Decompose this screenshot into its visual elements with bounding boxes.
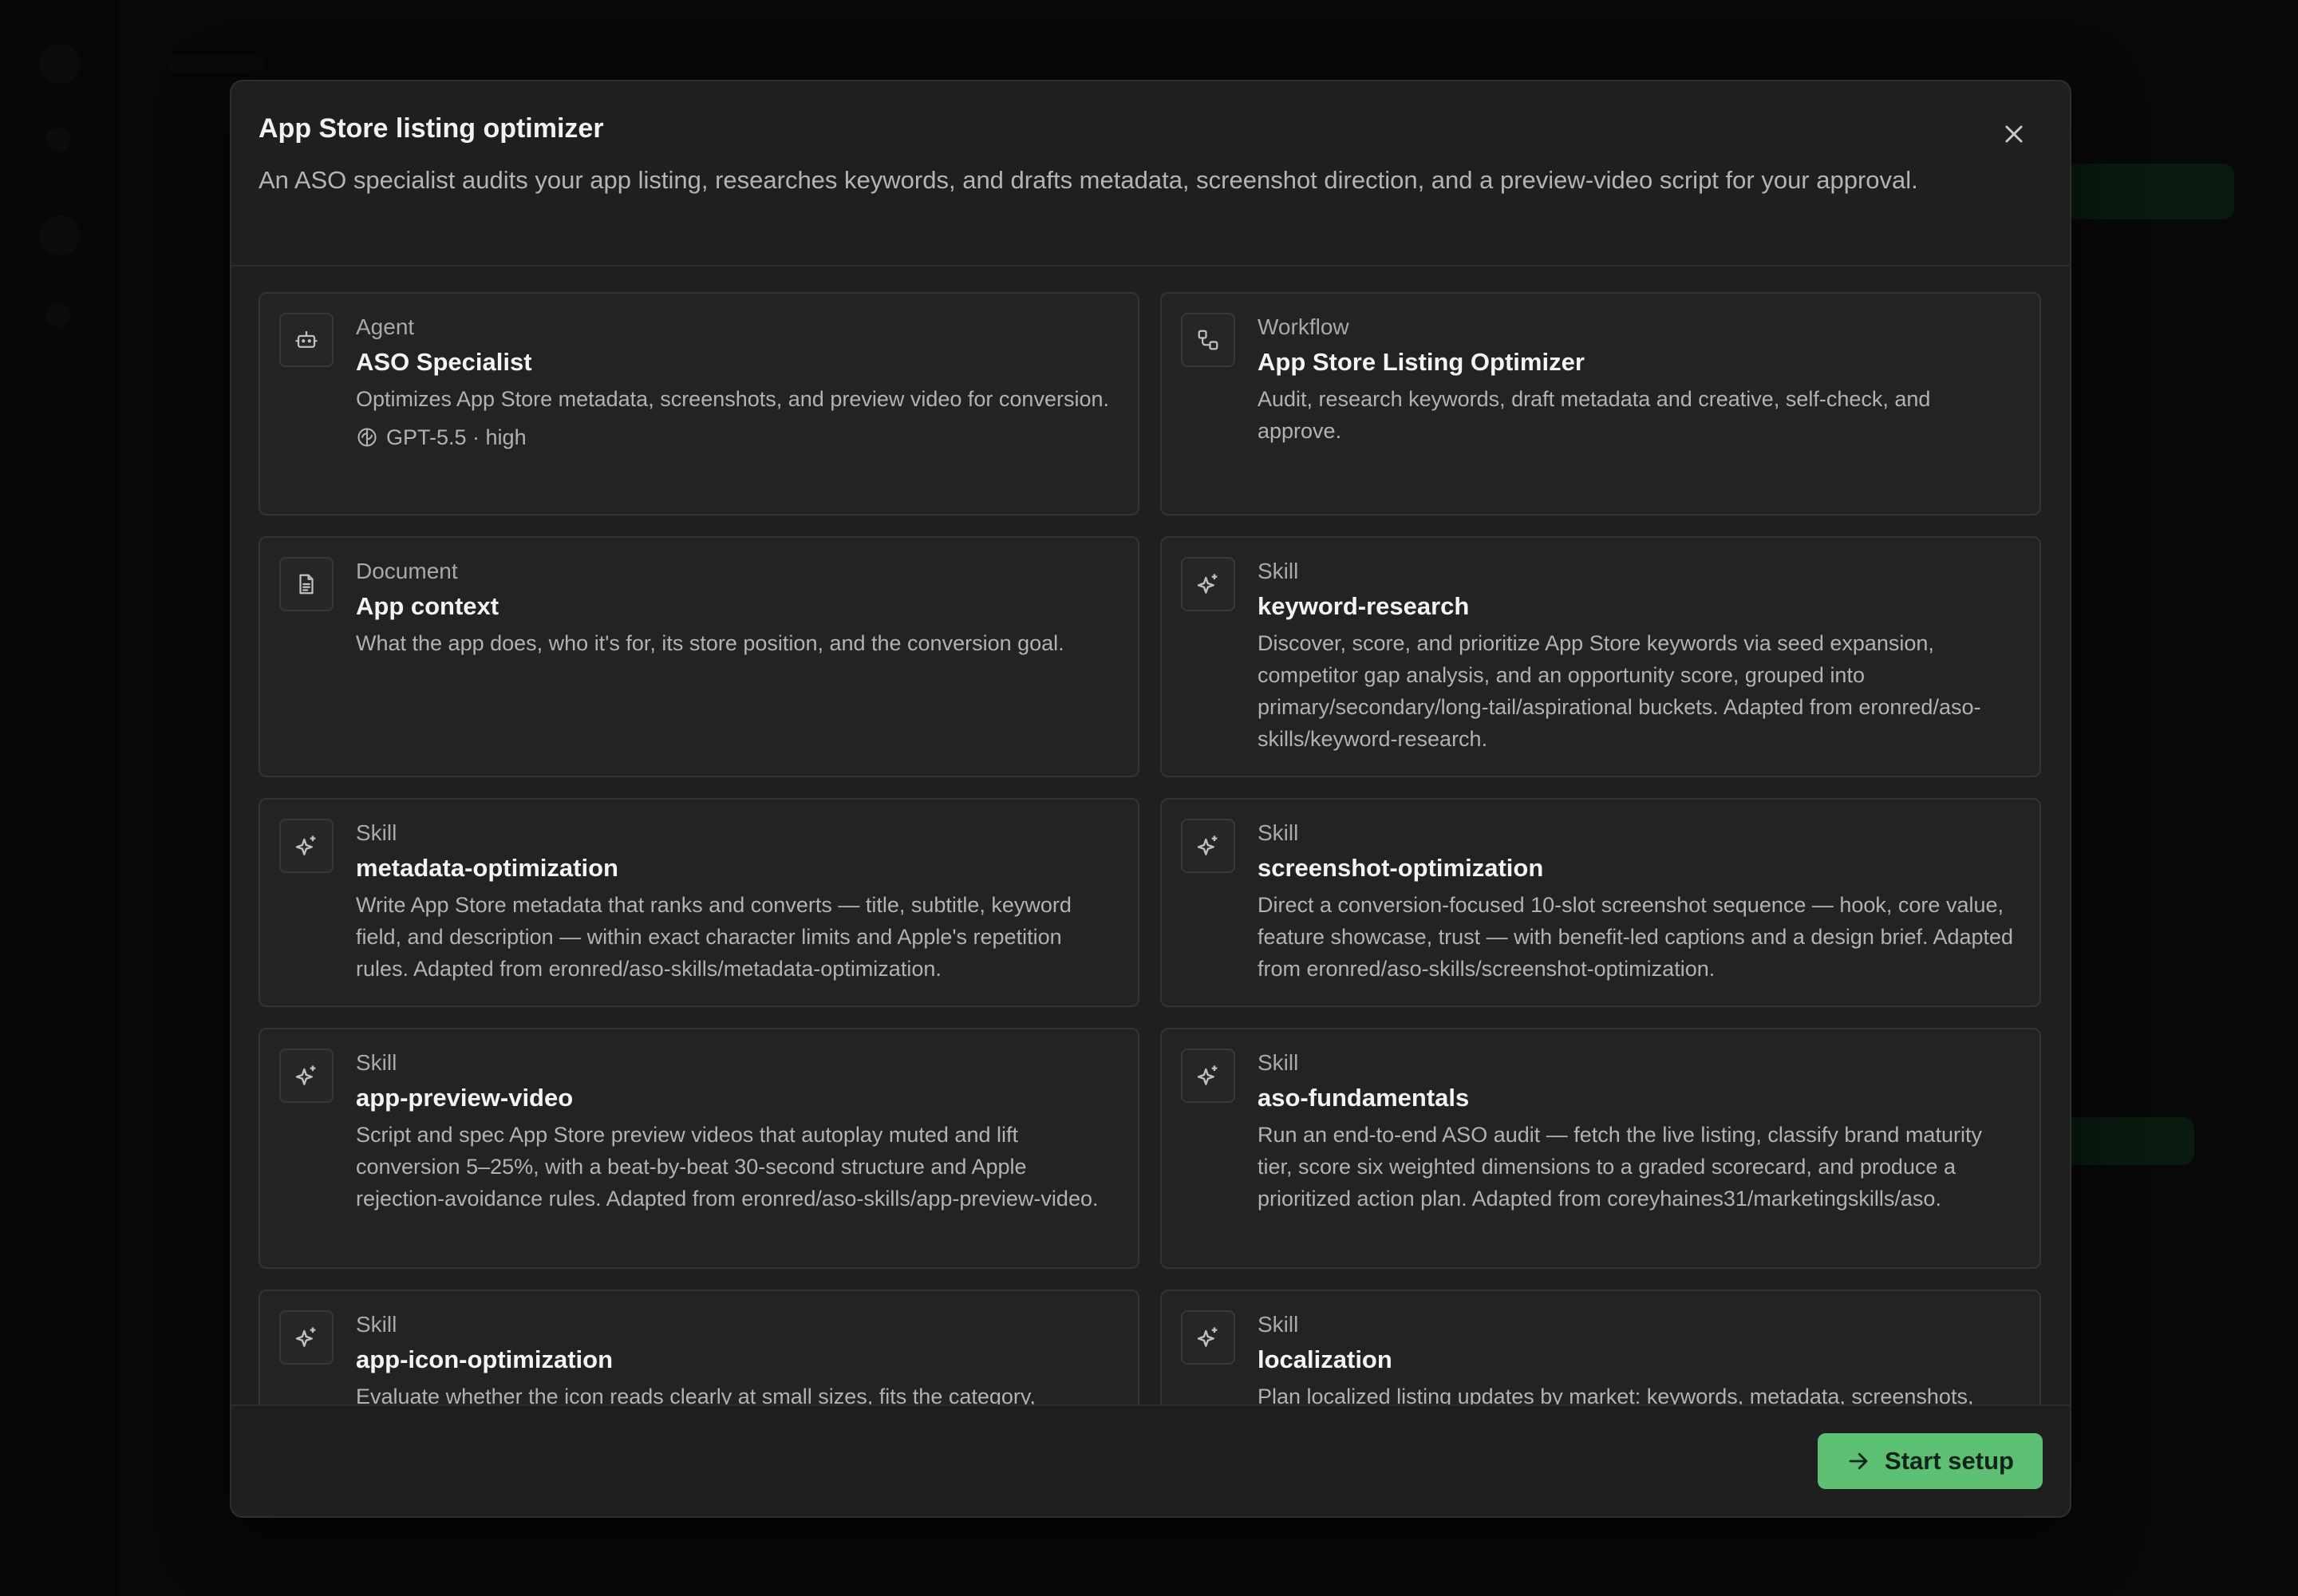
modal-header: App Store listing optimizer An ASO speci… — [231, 81, 2070, 267]
card-icon-box — [1181, 1049, 1235, 1103]
sparkle-icon — [295, 836, 316, 855]
start-setup-button[interactable]: Start setup — [1818, 1433, 2043, 1489]
cards-grid: Agent ASO Specialist Optimizes App Store… — [259, 292, 2041, 1486]
model-icon — [357, 428, 377, 447]
card-type: Workflow — [1258, 314, 1349, 339]
modal-footer: Start setup — [231, 1404, 2070, 1516]
card-skill-metadata-optimization[interactable]: Skill metadata-optimization Write App St… — [259, 798, 1139, 1007]
sparkle-icon — [1197, 1065, 1218, 1085]
card-name: App Store Listing Optimizer — [1258, 348, 1585, 376]
card-name: ASO Specialist — [356, 348, 532, 376]
robot-icon — [295, 330, 318, 348]
card-skill-app-preview-video[interactable]: Skill app-preview-video Script and spec … — [259, 1028, 1139, 1269]
card-icon-box — [1181, 819, 1235, 873]
card-model-meta: GPT-5.5 · high — [356, 423, 1114, 452]
card-description: Write App Store metadata that ranks and … — [356, 893, 1072, 981]
modal-title: App Store listing optimizer — [259, 113, 604, 144]
close-icon — [2005, 125, 2023, 143]
card-type: Skill — [356, 1312, 397, 1337]
sparkle-icon — [1197, 836, 1218, 855]
card-icon-box — [279, 557, 334, 611]
card-name: screenshot-optimization — [1258, 854, 1544, 882]
arrow-right-icon — [1849, 1452, 1868, 1470]
document-icon — [299, 574, 314, 595]
card-description: Optimizes App Store metadata, screenshot… — [356, 387, 1109, 411]
card-type: Skill — [1258, 1312, 1299, 1337]
card-description: Direct a conversion-focused 10-slot scre… — [1258, 893, 2014, 981]
card-name: app-preview-video — [356, 1084, 574, 1112]
sparkle-icon — [295, 1065, 316, 1085]
card-document[interactable]: Document App context What the app does, … — [259, 536, 1139, 777]
card-description: Discover, score, and prioritize App Stor… — [1258, 631, 1981, 751]
card-skill-screenshot-optimization[interactable]: Skill screenshot-optimization Direct a c… — [1160, 798, 2041, 1007]
sparkle-icon — [1197, 1327, 1218, 1347]
card-description: Run an end-to-end ASO audit — fetch the … — [1258, 1123, 1982, 1211]
card-type: Skill — [356, 1050, 397, 1075]
card-type: Document — [356, 559, 458, 583]
card-icon-box — [279, 1310, 334, 1365]
card-skill-keyword-research[interactable]: Skill keyword-research Discover, score, … — [1160, 536, 2041, 777]
card-type: Skill — [356, 820, 397, 845]
card-icon-box — [1181, 313, 1235, 367]
card-type: Agent — [356, 314, 415, 339]
card-description: What the app does, who it's for, its sto… — [356, 631, 1064, 655]
card-icon-box — [279, 313, 334, 367]
card-type: Skill — [1258, 820, 1299, 845]
sparkle-icon — [295, 1327, 316, 1347]
card-name: app-icon-optimization — [356, 1345, 614, 1373]
card-meta-text: GPT-5.5 · high — [386, 425, 527, 449]
card-description: Audit, research keywords, draft metadata… — [1258, 387, 1931, 443]
modal-body[interactable]: Agent ASO Specialist Optimizes App Store… — [231, 267, 2070, 1486]
card-icon-box — [1181, 1310, 1235, 1365]
start-setup-label: Start setup — [1885, 1447, 2014, 1475]
card-name: localization — [1258, 1345, 1392, 1373]
template-modal: App Store listing optimizer An ASO speci… — [230, 80, 2071, 1518]
card-workflow[interactable]: Workflow App Store Listing Optimizer Aud… — [1160, 292, 2041, 516]
card-type: Skill — [1258, 1050, 1299, 1075]
card-skill-aso-fundamentals[interactable]: Skill aso-fundamentals Run an end-to-end… — [1160, 1028, 2041, 1269]
card-type: Skill — [1258, 559, 1299, 583]
card-agent[interactable]: Agent ASO Specialist Optimizes App Store… — [259, 292, 1139, 516]
modal-description: An ASO specialist audits your app listin… — [259, 166, 1918, 194]
card-icon-box — [1181, 557, 1235, 611]
sparkle-icon — [1197, 574, 1218, 594]
card-name: keyword-research — [1258, 592, 1470, 620]
card-name: App context — [356, 592, 499, 620]
card-icon-box — [279, 819, 334, 873]
card-description: Script and spec App Store preview videos… — [356, 1123, 1099, 1211]
workflow-icon — [1198, 330, 1218, 350]
card-icon-box — [279, 1049, 334, 1103]
close-button[interactable] — [2000, 120, 2028, 148]
card-name: aso-fundamentals — [1258, 1084, 1470, 1112]
card-name: metadata-optimization — [356, 854, 618, 882]
